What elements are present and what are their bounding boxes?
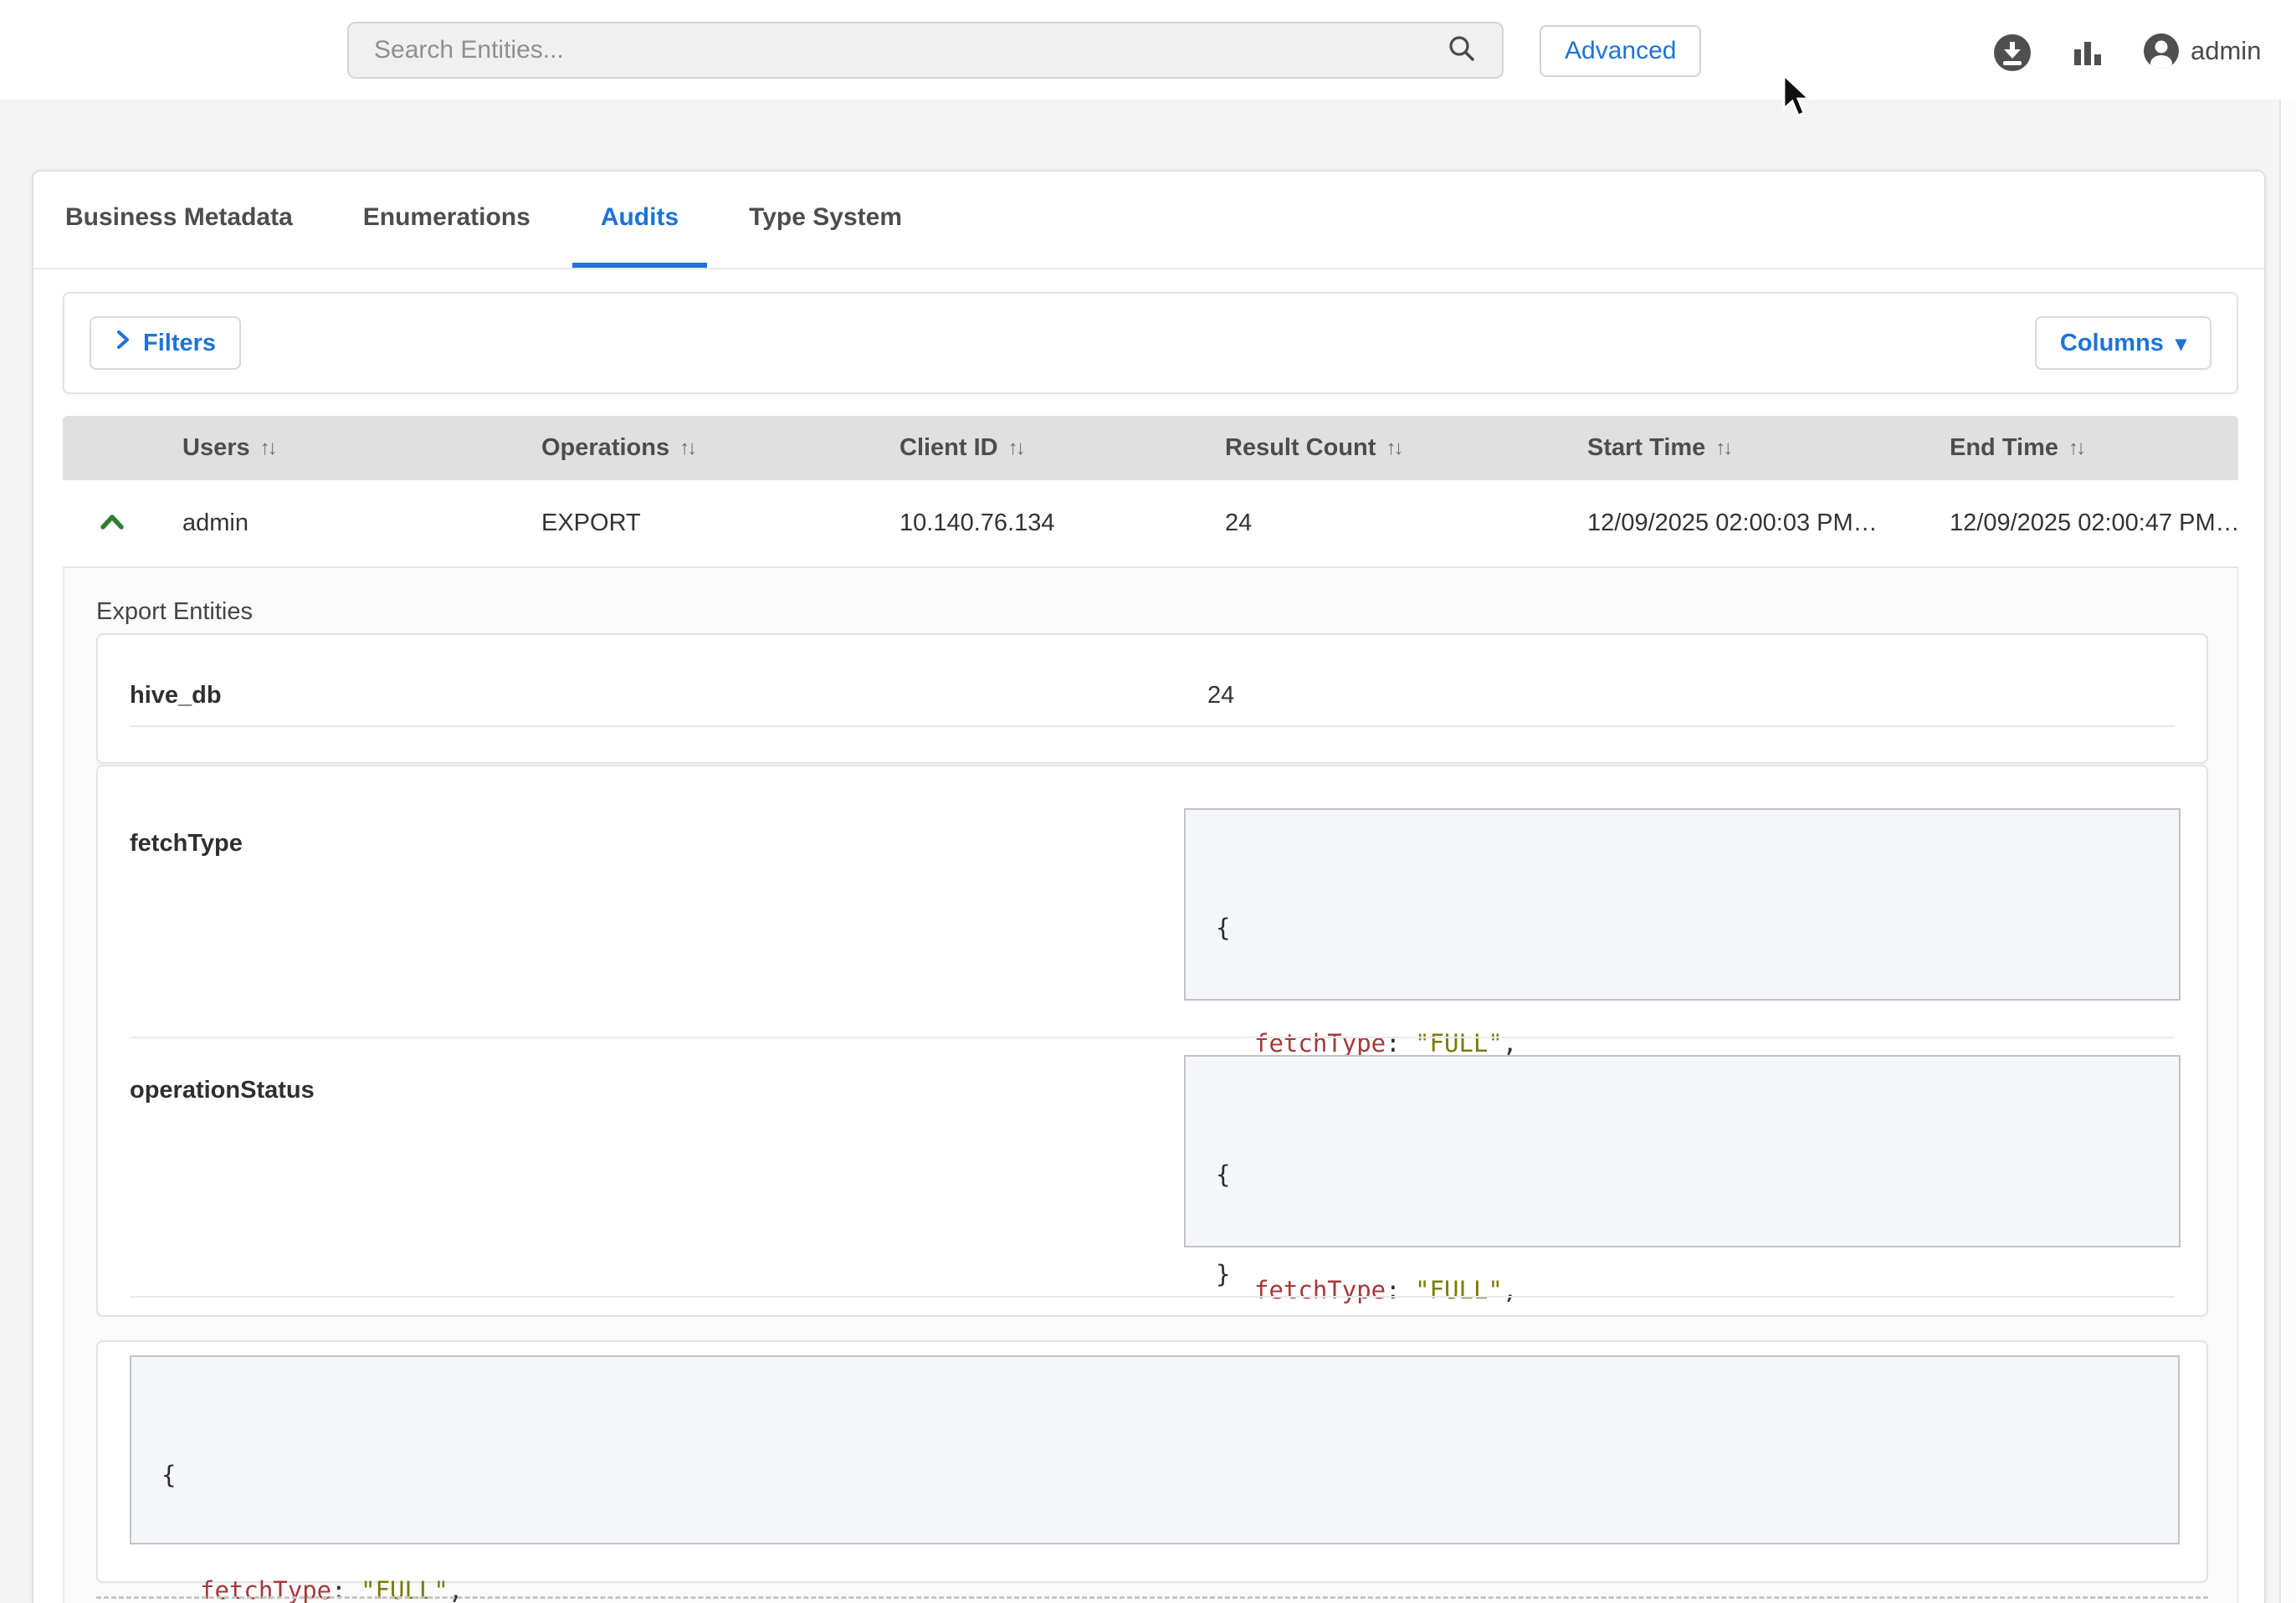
topbar: Advanced <box>0 0 2296 100</box>
audit-table: Users ↑↓ Operations ↑↓ Client ID ↑↓ Resu… <box>63 416 2238 568</box>
cell-end-time: 12/09/2025 02:00:47 PM… <box>1929 510 2238 537</box>
caret-down-icon: ▾ <box>2176 330 2186 356</box>
filters-panel: Filters Columns ▾ <box>63 292 2238 394</box>
audit-table-row[interactable]: admin EXPORT 10.140.76.134 24 12/09/2025… <box>63 480 2238 568</box>
vertical-scrollbar[interactable] <box>2279 100 2296 1603</box>
sort-icon[interactable]: ↑↓ <box>1008 437 1023 460</box>
download-icon[interactable] <box>1993 33 2032 76</box>
cell-user: admin <box>161 510 520 537</box>
administration-page: Advanced <box>0 0 2296 1603</box>
json-value: "FULL" <box>1415 1029 1503 1058</box>
entity-type-name: hive_db <box>130 682 222 709</box>
tabs-bar: Business Metadata Enumerations Audits Ty… <box>33 172 2264 269</box>
user-avatar-icon <box>2144 33 2179 69</box>
filters-button[interactable]: Filters <box>90 316 241 370</box>
administration-card: Business Metadata Enumerations Audits Ty… <box>32 170 2266 1603</box>
operation-params-panel: fetchType { fetchType: "FULL", operation… <box>96 765 2208 1317</box>
section-divider <box>130 1296 2175 1298</box>
table-header-row: Users ↑↓ Operations ↑↓ Client ID ↑↓ Resu… <box>63 416 2238 480</box>
column-header-client-id[interactable]: Client ID ↑↓ <box>879 434 1204 462</box>
export-entities-panel: hive_db 24 <box>96 633 2208 764</box>
sort-icon[interactable]: ↑↓ <box>679 437 694 460</box>
search-input[interactable] <box>374 36 1430 64</box>
tab-audits[interactable]: Audits <box>572 172 707 268</box>
sort-icon[interactable]: ↑↓ <box>1386 437 1401 460</box>
username-label: admin <box>2191 36 2261 66</box>
export-entities-title: Export Entities <box>96 598 253 626</box>
advanced-search-button[interactable]: Advanced <box>1540 25 1701 77</box>
json-code-block-operationstatus: { fetchType: "FULL", operationStatus: "S… <box>1184 1055 2181 1247</box>
tab-enumerations[interactable]: Enumerations <box>335 172 559 268</box>
column-header-result-count[interactable]: Result Count ↑↓ <box>1204 434 1566 462</box>
json-value: "FULL" <box>361 1576 448 1603</box>
chevron-up-icon <box>100 510 125 537</box>
column-header-end-time[interactable]: End Time ↑↓ <box>1929 434 2238 462</box>
cell-client-id: 10.140.76.134 <box>879 510 1204 537</box>
audit-row-details: Export Entities hive_db 24 fetchType { f… <box>63 568 2238 1603</box>
json-code-block-result: { fetchType: "FULL", operationStatus: "S… <box>130 1355 2180 1544</box>
column-header-users[interactable]: Users ↑↓ <box>161 434 520 462</box>
json-key: fetchType <box>200 1576 331 1603</box>
sort-icon[interactable]: ↑↓ <box>260 437 275 460</box>
section-divider <box>130 1037 2175 1038</box>
json-code-block-fetchtype: { fetchType: "FULL", operationStatus: "S… <box>1184 808 2181 1001</box>
mouse-cursor <box>1781 74 1814 125</box>
column-header-operations[interactable]: Operations ↑↓ <box>520 434 879 462</box>
result-json-panel: { fetchType: "FULL", operationStatus: "S… <box>96 1340 2208 1583</box>
json-value: "FULL" <box>1415 1276 1503 1304</box>
filters-button-label: Filters <box>143 330 216 357</box>
export-entity-row: hive_db 24 <box>130 665 2175 727</box>
columns-button[interactable]: Columns ▾ <box>2035 316 2211 370</box>
cell-start-time: 12/09/2025 02:00:03 PM… <box>1566 510 1929 537</box>
sort-icon[interactable]: ↑↓ <box>2068 437 2083 460</box>
chevron-right-icon <box>115 328 131 358</box>
search-icon[interactable] <box>1447 33 1477 68</box>
entity-search-box[interactable] <box>347 22 1504 79</box>
tab-business-metadata[interactable]: Business Metadata <box>37 172 321 268</box>
property-label-fetchtype: fetchType <box>130 830 243 858</box>
entity-count: 24 <box>1207 682 1234 709</box>
cell-operation: EXPORT <box>520 510 879 537</box>
row-expander[interactable] <box>63 510 161 537</box>
json-key: fetchType <box>1254 1029 1386 1058</box>
tab-type-system[interactable]: Type System <box>720 172 930 268</box>
dashed-divider <box>96 1596 2208 1599</box>
json-key: fetchType <box>1254 1276 1386 1304</box>
column-header-start-time[interactable]: Start Time ↑↓ <box>1566 434 1929 462</box>
columns-button-label: Columns <box>2060 330 2164 357</box>
statistics-bar-chart-icon[interactable] <box>2073 38 2102 69</box>
property-label-operationstatus: operationStatus <box>130 1077 315 1104</box>
cell-result-count: 24 <box>1204 510 1566 537</box>
user-menu[interactable]: admin <box>2144 33 2261 69</box>
sort-icon[interactable]: ↑↓ <box>1715 437 1730 460</box>
